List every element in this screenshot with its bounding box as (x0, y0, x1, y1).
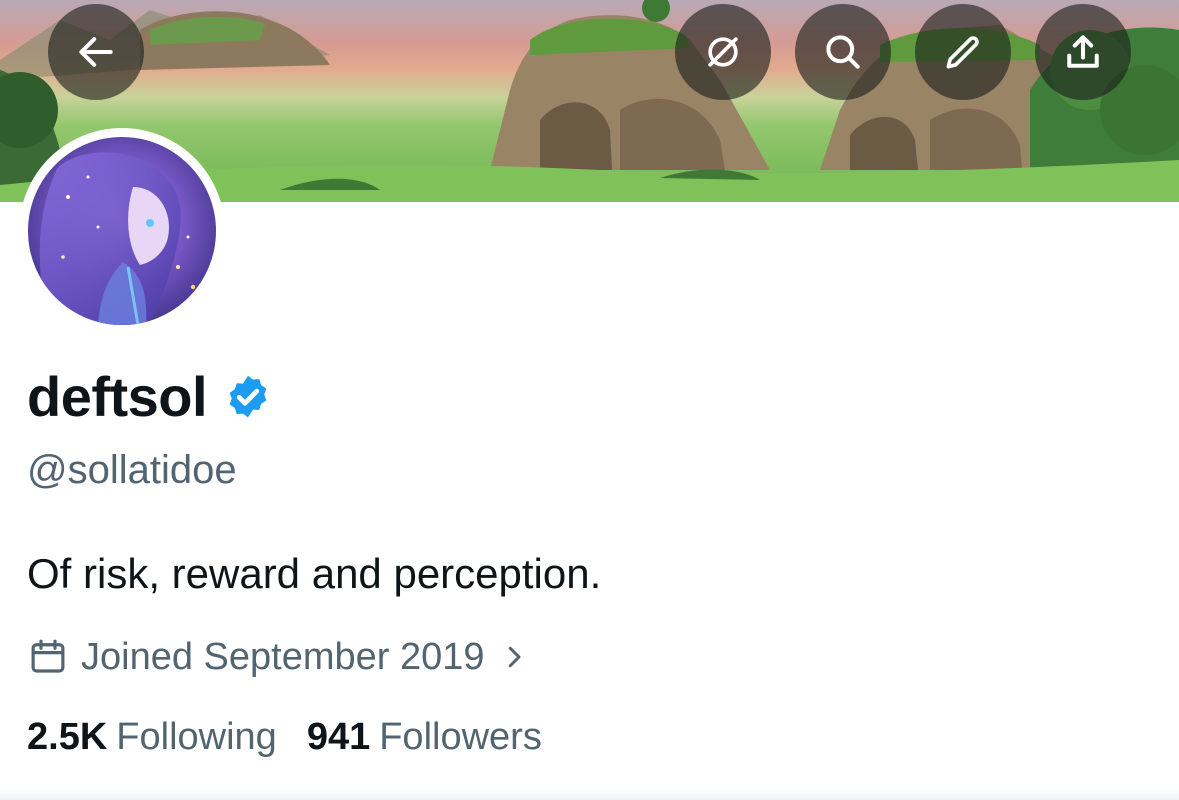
search-button[interactable] (795, 4, 891, 100)
display-name: deftsol (27, 364, 273, 429)
share-button[interactable] (1035, 4, 1131, 100)
arrow-left-icon (79, 37, 113, 67)
calendar-icon (31, 639, 65, 673)
followers-link[interactable]: 941 Followers (307, 716, 542, 759)
pencil-icon (946, 36, 979, 69)
following-count: 2.5K (27, 716, 108, 758)
avatar-image (28, 137, 216, 325)
grok-button[interactable] (675, 4, 771, 100)
following-label: Following (116, 716, 277, 758)
back-button[interactable] (48, 4, 144, 100)
avatar[interactable] (28, 137, 216, 325)
joined-date-row[interactable]: Joined September 2019 (27, 630, 529, 684)
followers-label: Followers (379, 716, 542, 758)
chevron-right-icon (508, 646, 521, 668)
profile-bio: Of risk, reward and perception. (27, 550, 602, 597)
display-name-text: deftsol (27, 365, 208, 428)
edit-button[interactable] (915, 4, 1011, 100)
following-link[interactable]: 2.5K Following (27, 716, 277, 759)
share-icon (1067, 35, 1099, 68)
followers-count: 941 (306, 716, 371, 758)
joined-date-text: Joined September 2019 (81, 635, 485, 678)
tab-bar-edge (0, 788, 1179, 800)
profile-handle: @sollatidoe (27, 448, 237, 492)
grok-icon (708, 37, 738, 67)
profile-stats: 2.5K Following 941 Followers (27, 716, 542, 759)
verified-badge-icon[interactable] (223, 372, 273, 422)
search-icon (826, 35, 860, 69)
